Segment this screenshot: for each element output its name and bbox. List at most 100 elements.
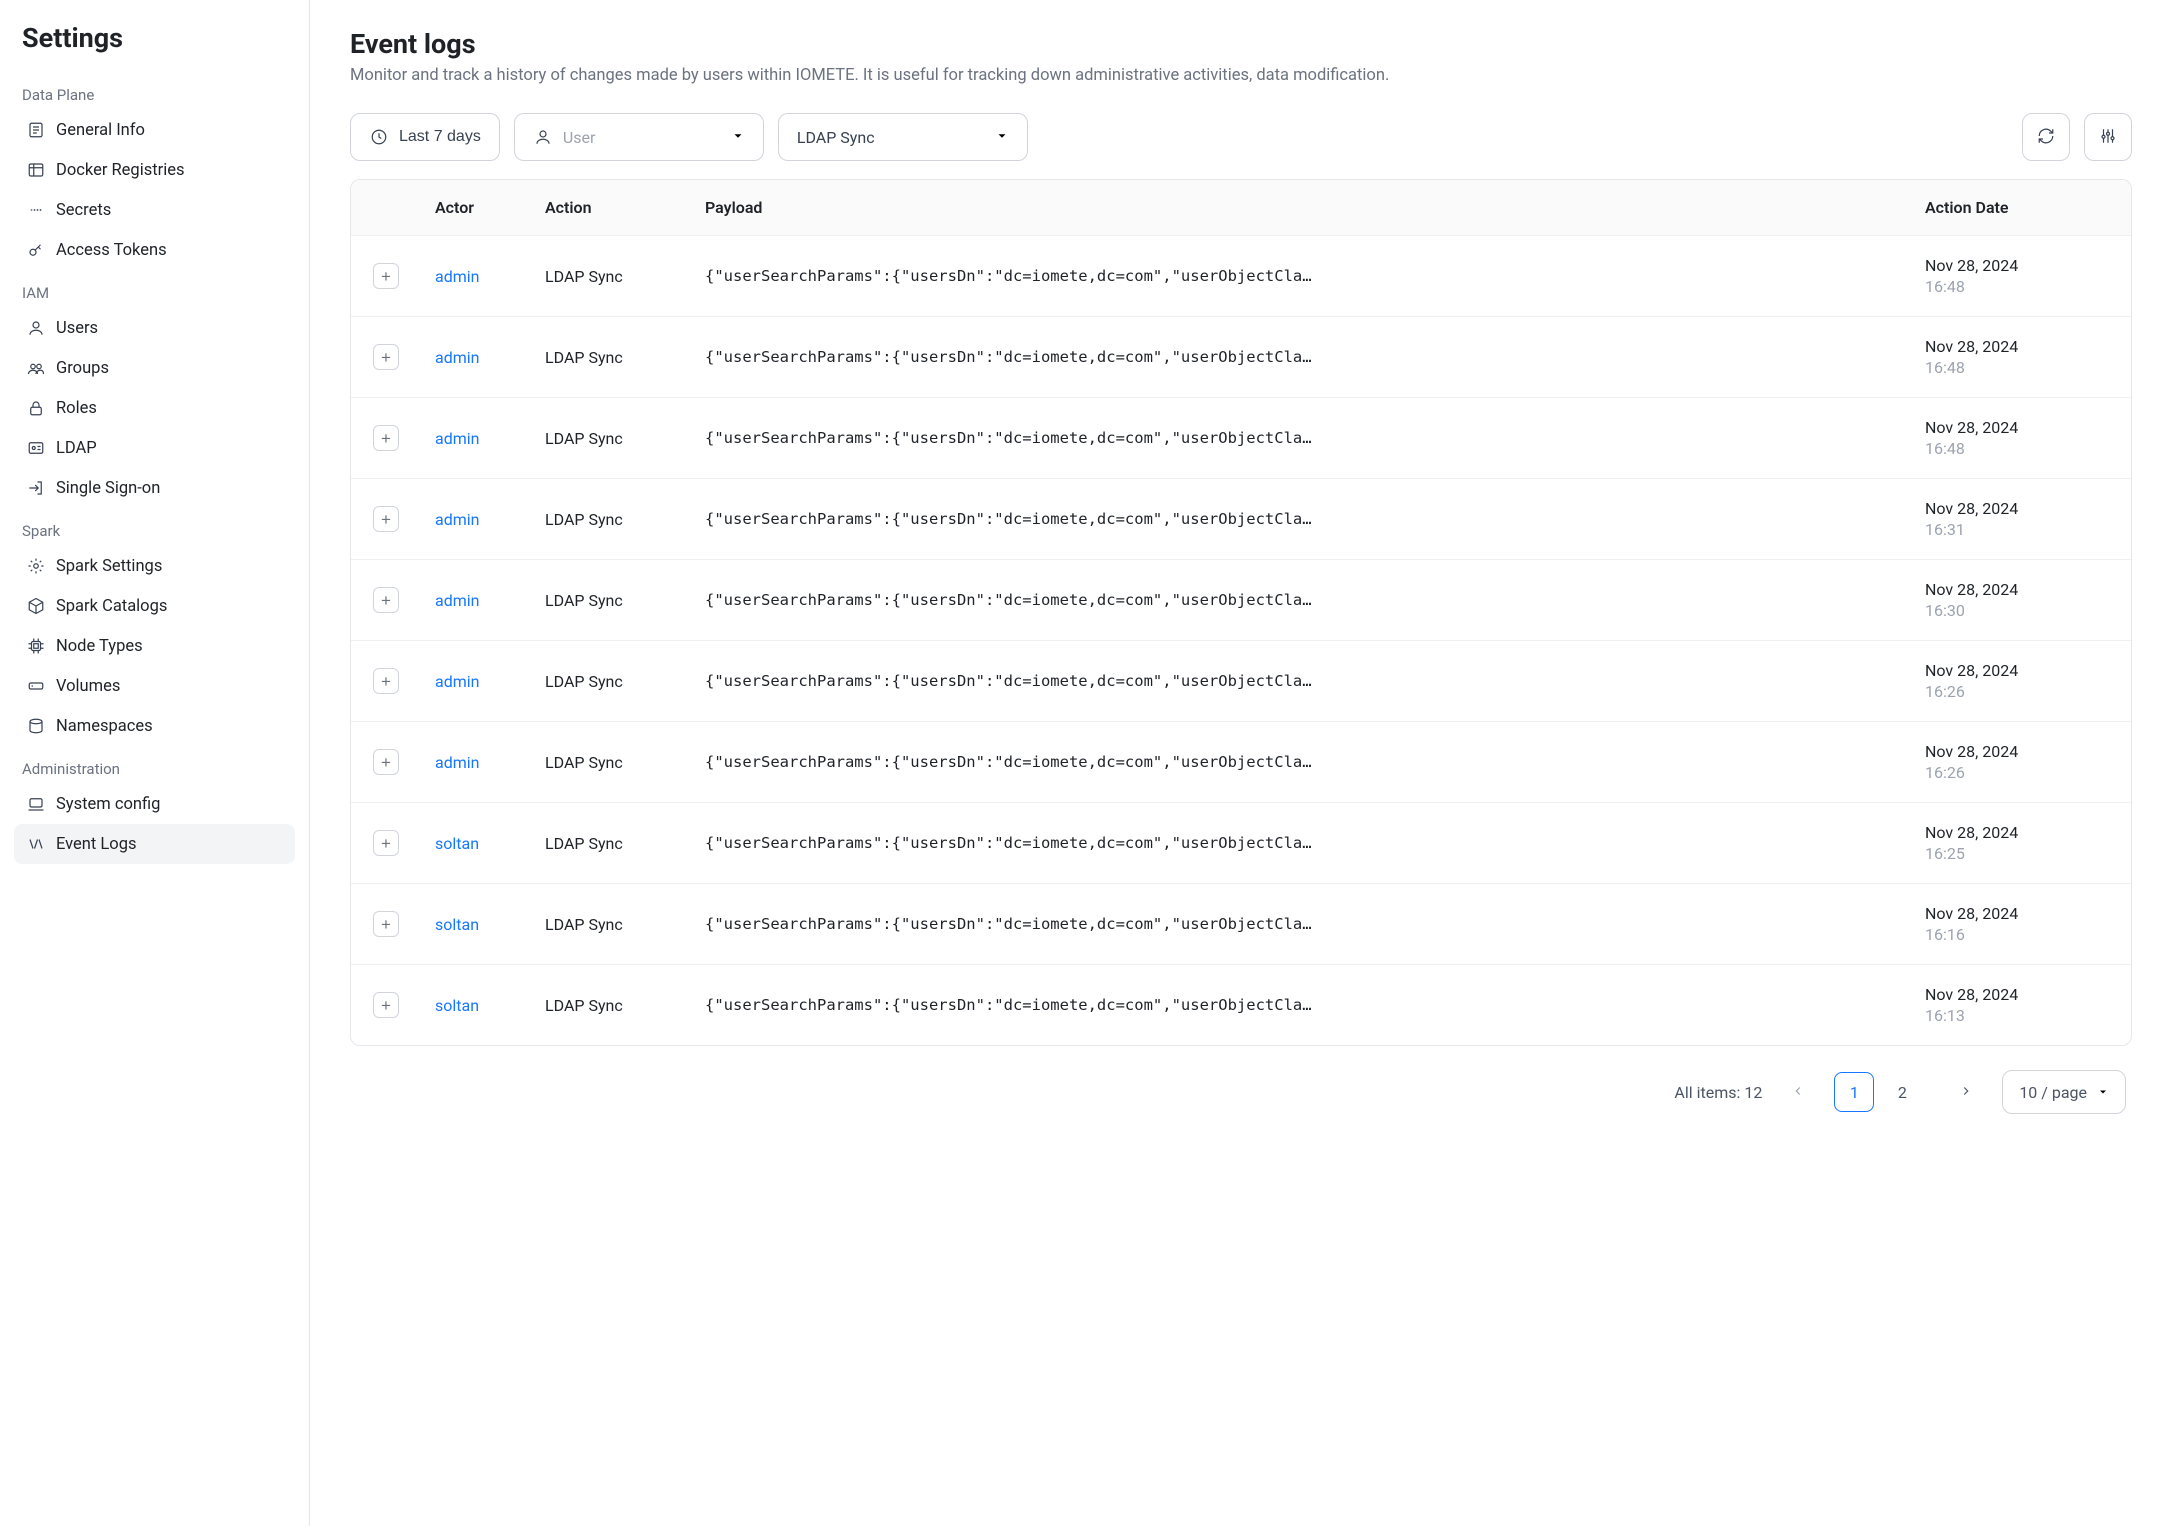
logs-icon: [26, 834, 46, 854]
plus-icon: +: [381, 916, 391, 933]
date-text: Nov 28, 2024: [1925, 742, 2117, 761]
sidebar-item-docker-registries[interactable]: Docker Registries: [14, 150, 295, 190]
page-size-select[interactable]: 10 / page: [2002, 1070, 2126, 1114]
action-cell: LDAP Sync: [531, 409, 691, 468]
action-date-cell: Nov 28, 2024 16:25: [1911, 803, 2131, 883]
sidebar-item-system-config[interactable]: System config: [14, 784, 295, 824]
action-cell: LDAP Sync: [531, 733, 691, 792]
sidebar-item-label: Secrets: [56, 201, 111, 220]
expand-row-button[interactable]: +: [373, 911, 399, 937]
user-filter-select[interactable]: User: [514, 113, 764, 161]
actor-link[interactable]: soltan: [435, 996, 479, 1015]
action-cell: LDAP Sync: [531, 976, 691, 1035]
date-text: Nov 28, 2024: [1925, 823, 2117, 842]
page-number-2[interactable]: 2: [1882, 1072, 1922, 1112]
prev-page-button[interactable]: [1780, 1074, 1816, 1110]
actor-link[interactable]: admin: [435, 348, 479, 367]
sidebar-item-ldap[interactable]: LDAP: [14, 428, 295, 468]
info-icon: [26, 120, 46, 140]
expand-row-button[interactable]: +: [373, 992, 399, 1018]
page-number-1[interactable]: 1: [1834, 1072, 1874, 1112]
sidebar-item-general-info[interactable]: General Info: [14, 110, 295, 150]
sidebar-item-volumes[interactable]: Volumes: [14, 666, 295, 706]
sidebar-item-sso[interactable]: Single Sign-on: [14, 468, 295, 508]
time-text: 16:13: [1925, 1006, 2117, 1025]
actor-link[interactable]: admin: [435, 510, 479, 529]
user-icon: [533, 127, 553, 147]
col-action: Action: [531, 180, 691, 235]
action-filter-value: LDAP Sync: [797, 128, 875, 147]
expand-row-button[interactable]: +: [373, 587, 399, 613]
sidebar-item-access-tokens[interactable]: Access Tokens: [14, 230, 295, 270]
expand-row-button[interactable]: +: [373, 425, 399, 451]
plus-icon: +: [381, 835, 391, 852]
action-date-cell: Nov 28, 202416:26: [1911, 641, 2131, 721]
actor-link[interactable]: soltan: [435, 834, 479, 853]
sidebar-item-label: Node Types: [56, 637, 143, 656]
sidebar-item-secrets[interactable]: Secrets: [14, 190, 295, 230]
page-title: Event logs: [350, 28, 2132, 60]
actor-link[interactable]: admin: [435, 591, 479, 610]
date-text: Nov 28, 2024: [1925, 580, 2117, 599]
time-text: 16:30: [1925, 601, 2117, 620]
sidebar-item-roles[interactable]: Roles: [14, 388, 295, 428]
idcard-icon: [26, 438, 46, 458]
sidebar-item-users[interactable]: Users: [14, 308, 295, 348]
registry-icon: [26, 160, 46, 180]
time-text: 16:26: [1925, 763, 2117, 782]
table-row: +soltanLDAP Sync{"userSearchParams":{"us…: [351, 803, 2131, 884]
columns-settings-button[interactable]: [2084, 113, 2132, 161]
action-cell: LDAP Sync: [531, 895, 691, 954]
payload-cell: {"userSearchParams":{"usersDn":"dc=iomet…: [691, 976, 1911, 1034]
sidebar-item-groups[interactable]: Groups: [14, 348, 295, 388]
time-text: 16:48: [1925, 277, 2117, 296]
expand-row-button[interactable]: +: [373, 506, 399, 532]
refresh-button[interactable]: [2022, 113, 2070, 161]
action-filter-select[interactable]: LDAP Sync: [778, 113, 1028, 161]
namespace-icon: [26, 716, 46, 736]
payload-cell: {"userSearchParams":{"usersDn":"dc=iomet…: [691, 571, 1911, 629]
date-text: Nov 28, 2024: [1925, 499, 2117, 518]
sidebar-item-namespaces[interactable]: Namespaces: [14, 706, 295, 746]
sidebar-item-label: Docker Registries: [56, 161, 185, 180]
expand-row-button[interactable]: +: [373, 344, 399, 370]
expand-row-button[interactable]: +: [373, 830, 399, 856]
cpu-icon: [26, 636, 46, 656]
actor-link[interactable]: admin: [435, 267, 479, 286]
action-cell: LDAP Sync: [531, 328, 691, 387]
actor-link[interactable]: admin: [435, 672, 479, 691]
time-text: 16:16: [1925, 925, 2117, 944]
table-row: +adminLDAP Sync{"userSearchParams":{"use…: [351, 641, 2131, 722]
plus-icon: +: [381, 592, 391, 609]
sidebar-item-node-types[interactable]: Node Types: [14, 626, 295, 666]
sidebar-item-event-logs[interactable]: Event Logs: [14, 824, 295, 864]
time-text: 16:48: [1925, 439, 2117, 458]
sidebar-item-label: System config: [56, 795, 160, 814]
expand-row-button[interactable]: +: [373, 668, 399, 694]
sidebar-item-spark-settings[interactable]: Spark Settings: [14, 546, 295, 586]
login-icon: [26, 478, 46, 498]
payload-cell: {"userSearchParams":{"usersDn":"dc=iomet…: [691, 490, 1911, 548]
table-row: +adminLDAP Sync{"userSearchParams":{"use…: [351, 722, 2131, 803]
col-action-date: Action Date: [1911, 180, 2131, 235]
action-cell: LDAP Sync: [531, 247, 691, 306]
time-text: 16:25: [1925, 844, 2117, 863]
pagination: All items: 12 12 10 / page: [350, 1046, 2132, 1114]
clock-icon: [369, 127, 389, 147]
page-subtitle: Monitor and track a history of changes m…: [350, 66, 2132, 85]
payload-cell: {"userSearchParams":{"usersDn":"dc=iomet…: [691, 247, 1911, 305]
next-page-button[interactable]: [1948, 1074, 1984, 1110]
date-range-filter[interactable]: Last 7 days: [350, 113, 500, 161]
actor-link[interactable]: admin: [435, 753, 479, 772]
actor-link[interactable]: admin: [435, 429, 479, 448]
action-cell: LDAP Sync: [531, 490, 691, 549]
sidebar-group-label: IAM: [14, 270, 295, 308]
actor-link[interactable]: soltan: [435, 915, 479, 934]
sidebar-item-spark-catalogs[interactable]: Spark Catalogs: [14, 586, 295, 626]
sidebar-item-label: Event Logs: [56, 835, 137, 854]
sidebar: Settings Data PlaneGeneral InfoDocker Re…: [0, 0, 310, 1526]
expand-row-button[interactable]: +: [373, 749, 399, 775]
expand-row-button[interactable]: +: [373, 263, 399, 289]
date-text: Nov 28, 2024: [1925, 904, 2117, 923]
sliders-icon: [2099, 127, 2117, 148]
